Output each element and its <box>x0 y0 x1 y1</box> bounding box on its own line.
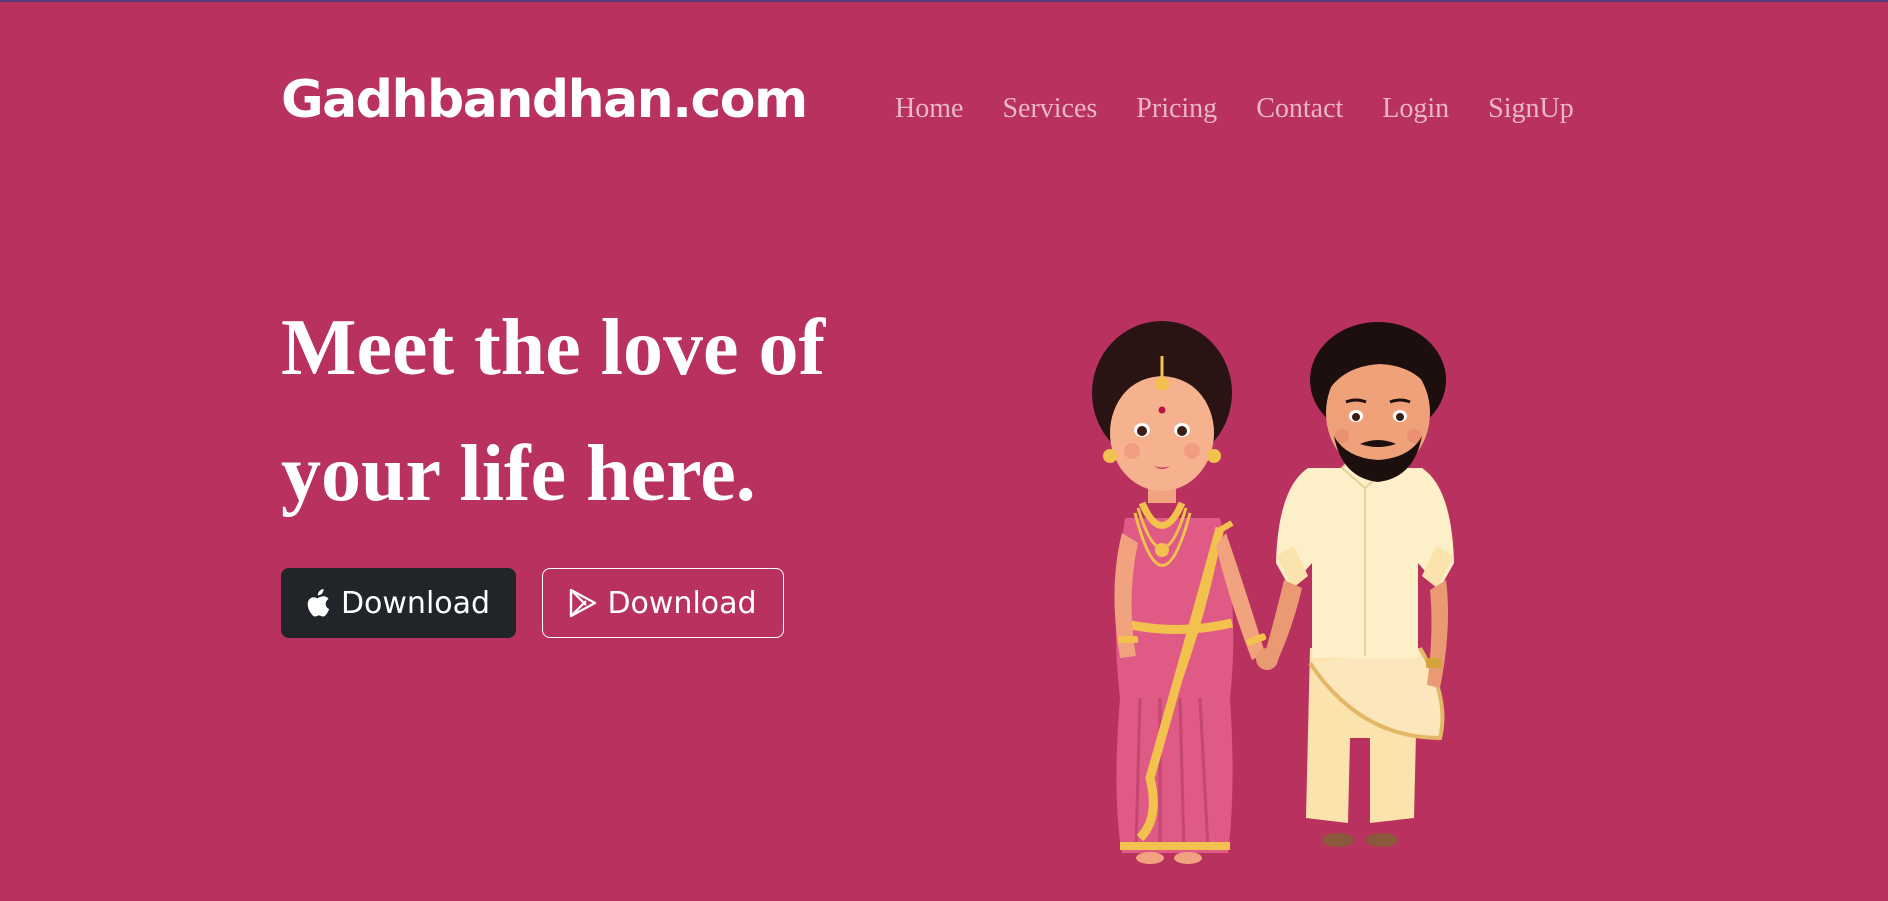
nav-home-link[interactable]: Home <box>895 93 963 125</box>
main-nav: Home Services Pricing Contact Login Sign… <box>895 93 1574 125</box>
apple-download-label: Download <box>340 585 491 621</box>
nav-pricing-link[interactable]: Pricing <box>1136 93 1217 125</box>
nav-login-link[interactable]: Login <box>1382 93 1449 125</box>
nav-services-link[interactable]: Services <box>1002 93 1097 125</box>
google-play-download-label: Download <box>607 585 757 621</box>
top-border <box>0 0 1888 2</box>
hero-title: Meet the love of your life here. <box>281 304 826 518</box>
bride-and-groom-illustration <box>1092 321 1454 864</box>
nav-contact-link[interactable]: Contact <box>1256 93 1343 125</box>
google-play-icon <box>569 588 597 618</box>
apple-download-button[interactable]: Download <box>281 568 516 638</box>
google-play-download-button[interactable]: Download <box>542 568 784 638</box>
nav-signup-link[interactable]: SignUp <box>1488 93 1574 125</box>
apple-icon <box>307 589 331 617</box>
brand-logo[interactable]: Gadhbandhan.com <box>281 71 808 129</box>
